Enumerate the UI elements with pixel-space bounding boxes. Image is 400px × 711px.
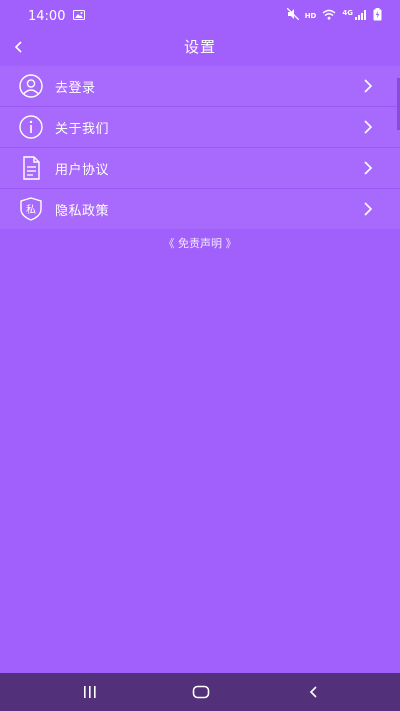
mute-icon (286, 7, 300, 24)
menu-item-label: 隐私政策 (55, 204, 110, 219)
menu-item-login[interactable]: 去登录 (0, 66, 400, 107)
page-title: 设置 (183, 38, 216, 56)
status-left: 14:00 (28, 8, 86, 24)
network-type: 4G (342, 9, 353, 17)
header: 设置 (0, 32, 400, 62)
chevron-right-icon (364, 202, 373, 216)
chevron-right-icon (364, 79, 373, 93)
system-nav-bar (0, 673, 400, 711)
recents-button[interactable] (60, 673, 120, 711)
menu-item-user-agreement[interactable]: 用户协议 (0, 148, 400, 189)
back-arrow-icon (309, 686, 317, 698)
info-icon (18, 115, 44, 139)
menu-item-label: 关于我们 (55, 122, 110, 137)
menu-item-about[interactable]: 关于我们 (0, 107, 400, 148)
document-icon (18, 156, 44, 180)
chevron-right-icon (364, 161, 373, 175)
menu-item-privacy-policy[interactable]: 私 隐私政策 (0, 189, 400, 229)
wifi-icon (322, 9, 336, 24)
status-bar: 14:00 HD 4G (0, 0, 400, 32)
settings-list: 去登录 关于我们 用户协议 私 隐私政策 (0, 66, 400, 229)
hd-badge: HD (304, 12, 317, 20)
status-right: HD 4G (286, 7, 382, 25)
menu-item-label: 用户协议 (55, 163, 110, 178)
signal-icon (355, 9, 367, 24)
home-icon (192, 685, 210, 699)
menu-item-label: 去登录 (55, 81, 96, 96)
battery-icon (373, 7, 382, 25)
chevron-right-icon (364, 120, 373, 134)
shield-text: 私 (26, 204, 36, 216)
gallery-icon (73, 9, 86, 24)
home-button[interactable] (171, 673, 231, 711)
system-back-button[interactable] (284, 673, 344, 711)
status-time: 14:00 (28, 8, 66, 24)
privacy-shield-icon: 私 (18, 197, 44, 221)
disclaimer-link[interactable]: 《 免责声明 》 (0, 235, 400, 251)
user-icon (18, 74, 44, 98)
recents-icon (84, 686, 96, 698)
